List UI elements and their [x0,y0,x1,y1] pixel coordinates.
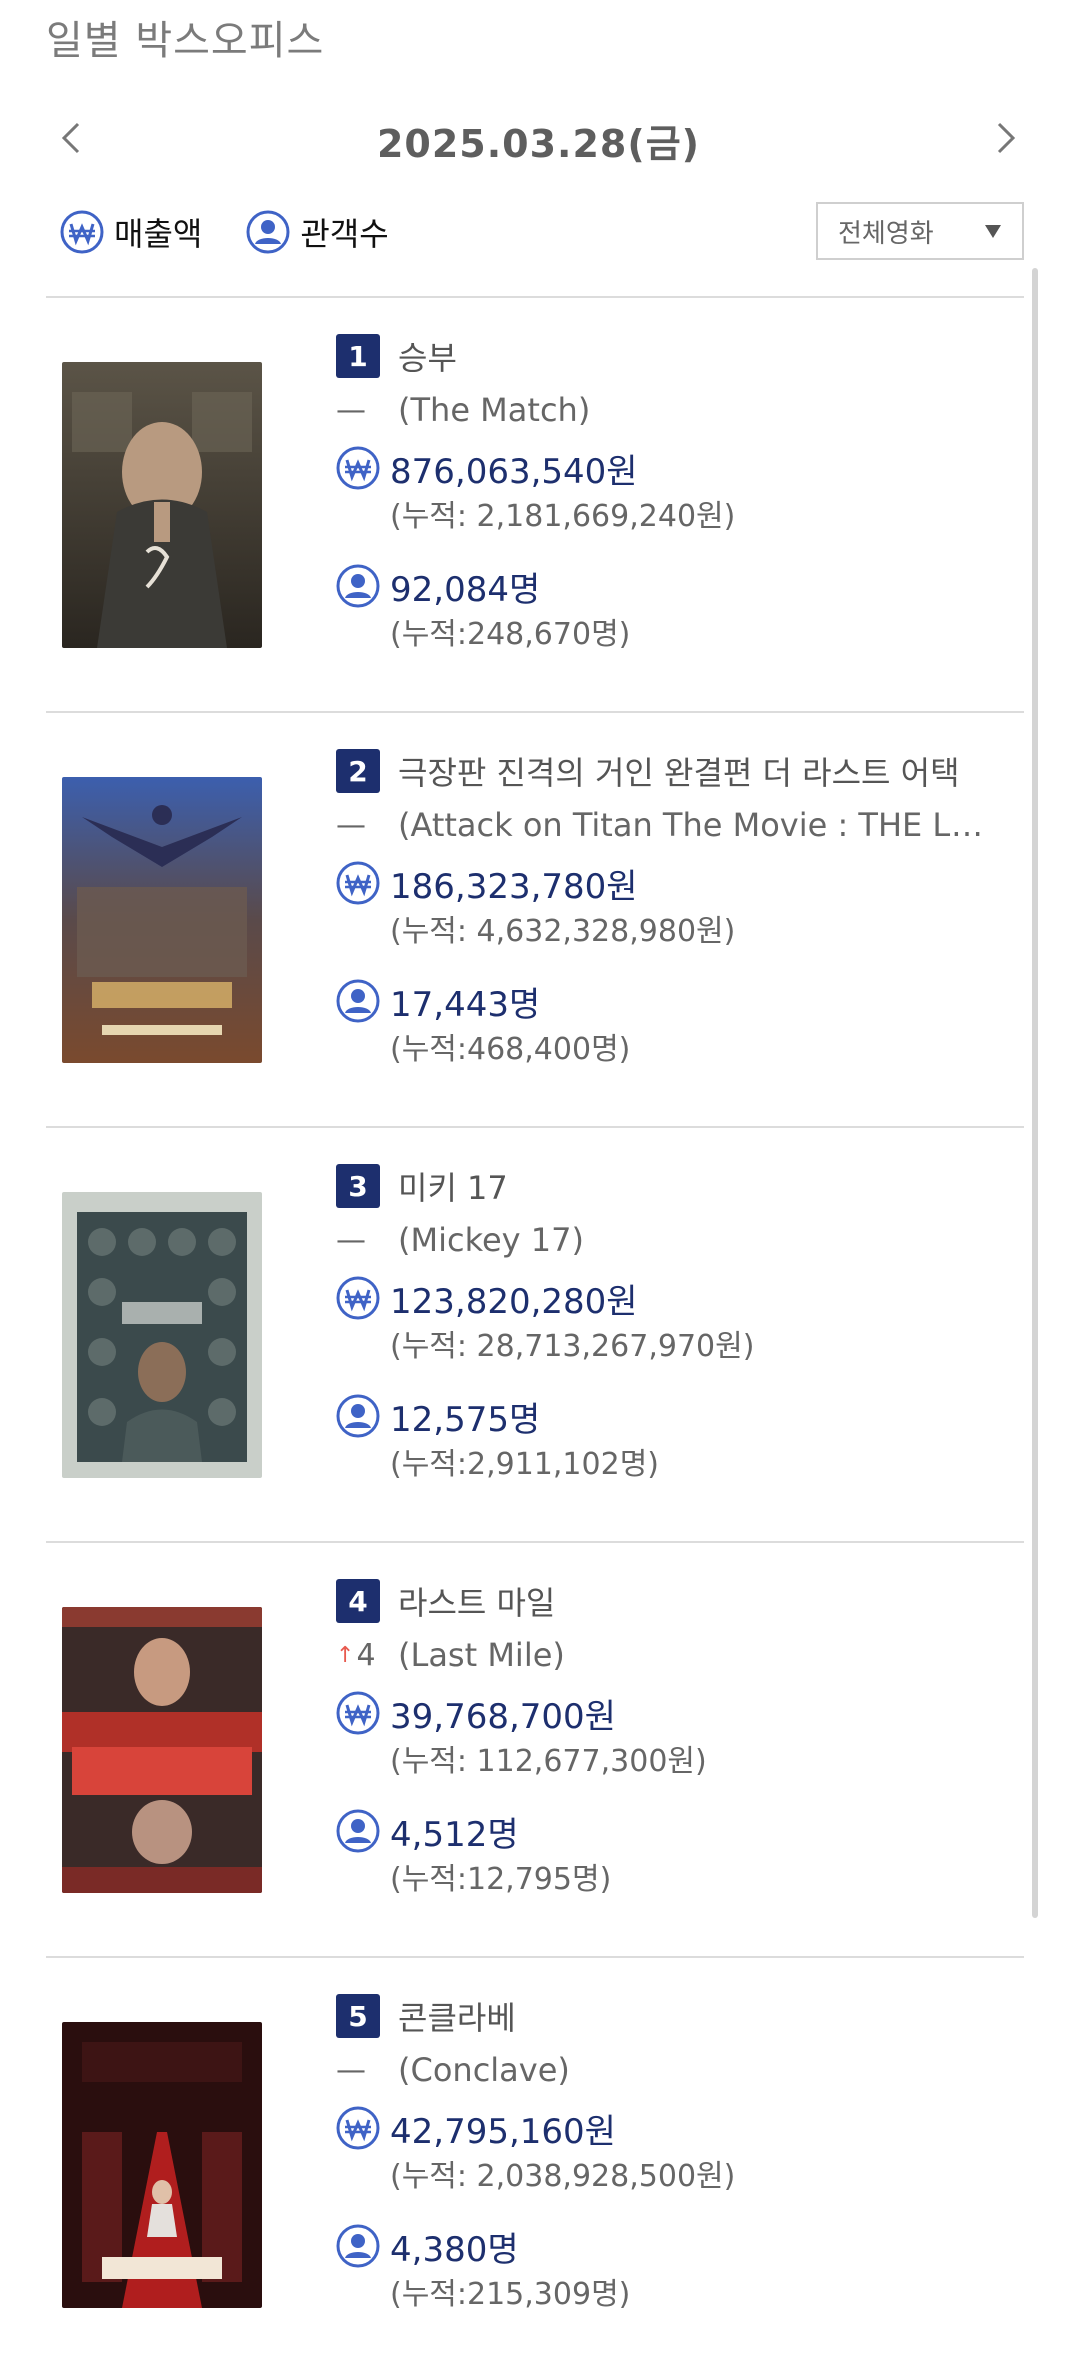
chevron-right-icon [997,122,1016,154]
date-navigator: 2025.03.28(금) [46,105,1031,171]
list-item[interactable]: 5 콘클라베 — (Conclave) 42,795,160원 (누적: 2,0… [46,1956,1024,2371]
won-icon [336,861,380,905]
movie-poster[interactable] [62,1607,262,1893]
metric-tabs: 매출액 관객수 [60,208,433,256]
movie-english-title: (Conclave) [398,2051,570,2089]
movie-title[interactable]: 콘클라베 [398,1993,516,2039]
arrow-up-icon: ↑ [336,1642,355,1668]
movie-poster[interactable] [62,777,262,1063]
movie-poster[interactable] [62,1192,262,1478]
daily-audience: 17,443명 [390,984,541,1025]
list-item[interactable]: 2 극장판 진격의 거인 완결편 더 라스트 어택 — (Attack on T… [46,711,1024,1126]
daily-revenue: 39,768,700원 [390,1696,616,1737]
poster-image [62,777,262,1063]
rank-badge: 5 [336,1994,380,2038]
next-day-button[interactable] [981,105,1031,171]
daily-audience: 12,575명 [390,1399,541,1440]
tab-audience[interactable]: 관객수 [246,209,389,255]
tab-revenue-label: 매출액 [114,215,203,253]
won-icon [336,446,380,490]
cumulative-revenue: (누적: 2,038,928,500원) [390,2159,736,2194]
cumulative-audience: (누적:12,795명) [390,1862,612,1897]
daily-audience: 4,512명 [390,1814,519,1855]
tab-revenue[interactable]: 매출액 [60,209,202,255]
won-icon [60,210,104,254]
rank-change: — [336,1223,380,1258]
rank-badge: 4 [336,1579,380,1623]
rank-change: — [336,808,380,843]
movie-title[interactable]: 라스트 마일 [398,1578,555,1624]
movie-english-title: (Attack on Titan The Movie : THE LAST A… [398,806,998,844]
won-icon [336,1276,380,1320]
cumulative-audience: (누적:248,670명) [390,617,631,652]
filter-selected-label: 전체영화 [838,218,934,249]
poster-image [62,2022,262,2308]
movie-filter-select[interactable]: 전체영화 [816,202,1024,260]
movie-english-title: (Last Mile) [398,1636,565,1674]
person-icon [246,210,290,254]
daily-revenue: 876,063,540원 [390,451,638,492]
movie-poster[interactable] [62,362,262,648]
cumulative-audience: (누적:2,911,102명) [390,1447,659,1482]
person-icon [336,1394,380,1438]
person-icon [336,979,380,1023]
daily-audience: 92,084명 [390,569,541,610]
movie-english-title: (The Match) [398,391,591,429]
rank-change-value: — [336,2052,366,2088]
rank-change-value: — [336,392,366,428]
movie-poster[interactable] [62,2022,262,2308]
movie-english-title: (Mickey 17) [398,1221,584,1259]
page-title: 일별 박스오피스 [46,18,325,64]
rank-change-value: — [336,807,366,843]
list-item[interactable]: 4 라스트 마일 ↑ 4 (Last Mile) 39,768,700원 (누적:… [46,1541,1024,1956]
movie-title[interactable]: 미키 17 [398,1163,508,1209]
rank-change: ↑ 4 [336,1638,380,1673]
cumulative-audience: (누적:215,309명) [390,2277,631,2312]
scrollbar[interactable] [1032,268,1038,1918]
caret-down-icon [985,225,1001,238]
boxoffice-list: 1 승부 — (The Match) 876,063,540원 (누적: 2,1… [46,296,1024,2371]
list-item[interactable]: 1 승부 — (The Match) 876,063,540원 (누적: 2,1… [46,296,1024,711]
cumulative-revenue: (누적: 4,632,328,980원) [390,914,736,949]
person-icon [336,2224,380,2268]
movie-title[interactable]: 극장판 진격의 거인 완결편 더 라스트 어택 [398,748,960,794]
cumulative-revenue: (누적: 112,677,300원) [390,1744,707,1779]
movie-title[interactable]: 승부 [398,333,457,379]
rank-badge: 3 [336,1164,380,1208]
person-icon [336,1809,380,1853]
poster-image [62,1607,262,1893]
rank-change-value: — [336,1222,366,1258]
list-item[interactable]: 3 미키 17 — (Mickey 17) 123,820,280원 (누적: … [46,1126,1024,1541]
daily-revenue: 123,820,280원 [390,1281,638,1322]
rank-change: — [336,393,380,428]
cumulative-revenue: (누적: 2,181,669,240원) [390,499,736,534]
rank-change: — [336,2053,380,2088]
date-label: 2025.03.28(금) [376,122,701,166]
rank-badge: 1 [336,334,380,378]
won-icon [336,2106,380,2150]
person-icon [336,564,380,608]
rank-badge: 2 [336,749,380,793]
daily-audience: 4,380명 [390,2229,519,2270]
tab-audience-label: 관객수 [300,215,389,253]
won-icon [336,1691,380,1735]
daily-revenue: 42,795,160원 [390,2111,616,2152]
poster-image [62,362,262,648]
cumulative-audience: (누적:468,400명) [390,1032,631,1067]
poster-image [62,1192,262,1478]
rank-change-value: 4 [356,1637,376,1673]
daily-revenue: 186,323,780원 [390,866,638,907]
cumulative-revenue: (누적: 28,713,267,970원) [390,1329,755,1364]
